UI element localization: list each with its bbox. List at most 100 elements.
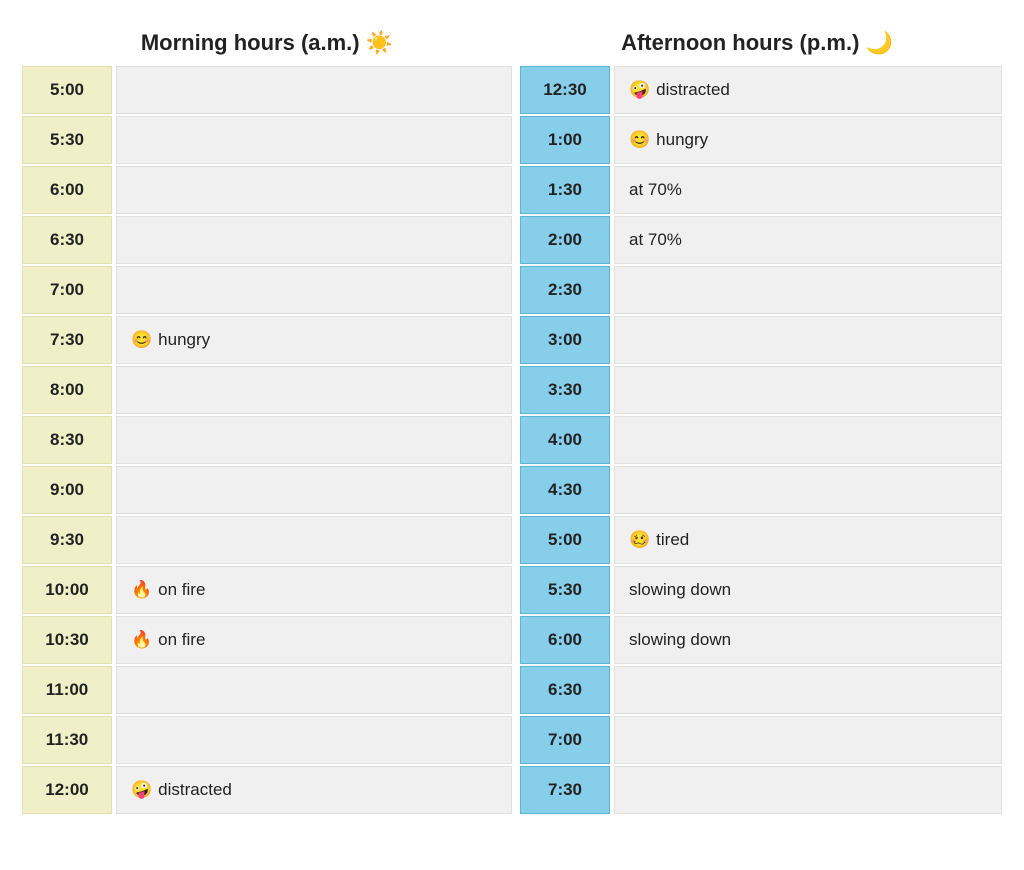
time-cell: 4:00	[520, 416, 610, 464]
note-cell	[116, 166, 512, 214]
main-container: Morning hours (a.m.) ☀️ Afternoon hours …	[22, 20, 1002, 824]
table-row: 5:00	[22, 66, 512, 114]
note-cell: 🤪 distracted	[614, 66, 1002, 114]
table-row: 2:00 at 70%	[520, 216, 1002, 264]
note-cell: slowing down	[614, 566, 1002, 614]
note-cell: 😊 hungry	[116, 316, 512, 364]
note-text: slowing down	[629, 630, 731, 650]
table-row: 2:30	[520, 266, 1002, 314]
time-cell: 6:00	[520, 616, 610, 664]
time-cell: 5:30	[520, 566, 610, 614]
table-row: 3:30	[520, 366, 1002, 414]
time-cell: 2:30	[520, 266, 610, 314]
note-cell	[116, 466, 512, 514]
time-cell: 1:00	[520, 116, 610, 164]
table-row: 1:30 at 70%	[520, 166, 1002, 214]
time-cell: 5:30	[22, 116, 112, 164]
time-cell: 6:00	[22, 166, 112, 214]
time-cell: 6:30	[520, 666, 610, 714]
note-text: slowing down	[629, 580, 731, 600]
note-cell	[116, 516, 512, 564]
table-row: 8:00	[22, 366, 512, 414]
note-cell	[116, 116, 512, 164]
emoji-icon: 😊	[131, 330, 152, 350]
note-text: at 70%	[629, 180, 682, 200]
time-cell: 2:00	[520, 216, 610, 264]
table-row: 4:30	[520, 466, 1002, 514]
time-cell: 10:30	[22, 616, 112, 664]
note-cell: at 70%	[614, 216, 1002, 264]
note-cell	[614, 416, 1002, 464]
note-cell	[116, 716, 512, 764]
table-row: 3:00	[520, 316, 1002, 364]
time-cell: 7:00	[22, 266, 112, 314]
time-cell: 11:00	[22, 666, 112, 714]
time-cell: 8:00	[22, 366, 112, 414]
time-cell: 8:30	[22, 416, 112, 464]
note-cell: at 70%	[614, 166, 1002, 214]
note-cell	[614, 466, 1002, 514]
note-text: tired	[656, 530, 689, 550]
column-headers: Morning hours (a.m.) ☀️ Afternoon hours …	[22, 30, 1002, 56]
table-row: 4:00	[520, 416, 1002, 464]
note-text: distracted	[656, 80, 730, 100]
afternoon-column: 12:30🤪distracted1:00😊hungry1:30at 70%2:0…	[512, 66, 1002, 814]
table-row: 7:00	[22, 266, 512, 314]
time-cell: 1:30	[520, 166, 610, 214]
note-cell: 😊 hungry	[614, 116, 1002, 164]
time-cell: 12:30	[520, 66, 610, 114]
emoji-icon: 🤪	[629, 80, 650, 100]
emoji-icon: 🔥	[131, 580, 152, 600]
note-cell	[614, 766, 1002, 814]
table-row: 9:00	[22, 466, 512, 514]
note-cell: 🔥on fire	[116, 566, 512, 614]
note-cell	[116, 266, 512, 314]
table-row: 5:30 slowing down	[520, 566, 1002, 614]
afternoon-header: Afternoon hours (p.m.) 🌙	[512, 30, 1002, 56]
note-text: hungry	[656, 130, 708, 150]
table-row: 10:30 🔥 on fire	[22, 616, 512, 664]
note-cell: slowing down	[614, 616, 1002, 664]
time-cell: 11:30	[22, 716, 112, 764]
emoji-icon: 🔥	[131, 630, 152, 650]
morning-column: 5:005:306:006:307:007:30 😊 hungry 8:008:309…	[22, 66, 512, 814]
note-cell: 🔥 on fire	[116, 616, 512, 664]
time-cell: 3:00	[520, 316, 610, 364]
note-cell	[116, 66, 512, 114]
emoji-icon: 😊	[629, 130, 650, 150]
note-text: at 70%	[629, 230, 682, 250]
table-row: 10:00🔥on fire	[22, 566, 512, 614]
table-row: 6:30	[520, 666, 1002, 714]
table-row: 7:00	[520, 716, 1002, 764]
emoji-icon: 🥴	[629, 530, 650, 550]
time-cell: 3:30	[520, 366, 610, 414]
note-cell	[614, 316, 1002, 364]
table-row: 6:00 slowing down	[520, 616, 1002, 664]
note-text: distracted	[158, 780, 232, 800]
note-cell: 🤪 distracted	[116, 766, 512, 814]
table-row: 6:30	[22, 216, 512, 264]
note-cell	[116, 416, 512, 464]
time-cell: 9:00	[22, 466, 112, 514]
note-cell: 🥴 tired	[614, 516, 1002, 564]
table-row: 6:00	[22, 166, 512, 214]
emoji-icon: 🤪	[131, 780, 152, 800]
note-text: on fire	[158, 630, 205, 650]
time-cell: 5:00	[22, 66, 112, 114]
time-cell: 7:30	[22, 316, 112, 364]
table-row: 5:00 🥴 tired	[520, 516, 1002, 564]
note-cell	[116, 216, 512, 264]
time-cell: 4:30	[520, 466, 610, 514]
time-cell: 7:00	[520, 716, 610, 764]
note-cell	[614, 716, 1002, 764]
table-row: 7:30	[520, 766, 1002, 814]
table-row: 12:00🤪distracted	[22, 766, 512, 814]
note-text: hungry	[158, 330, 210, 350]
schedule-grid: 5:005:306:006:307:007:30😊hungry8:008:309…	[22, 66, 1002, 814]
table-row: 11:00	[22, 666, 512, 714]
note-cell	[116, 366, 512, 414]
note-cell	[116, 666, 512, 714]
note-cell	[614, 366, 1002, 414]
note-cell	[614, 266, 1002, 314]
time-cell: 5:00	[520, 516, 610, 564]
